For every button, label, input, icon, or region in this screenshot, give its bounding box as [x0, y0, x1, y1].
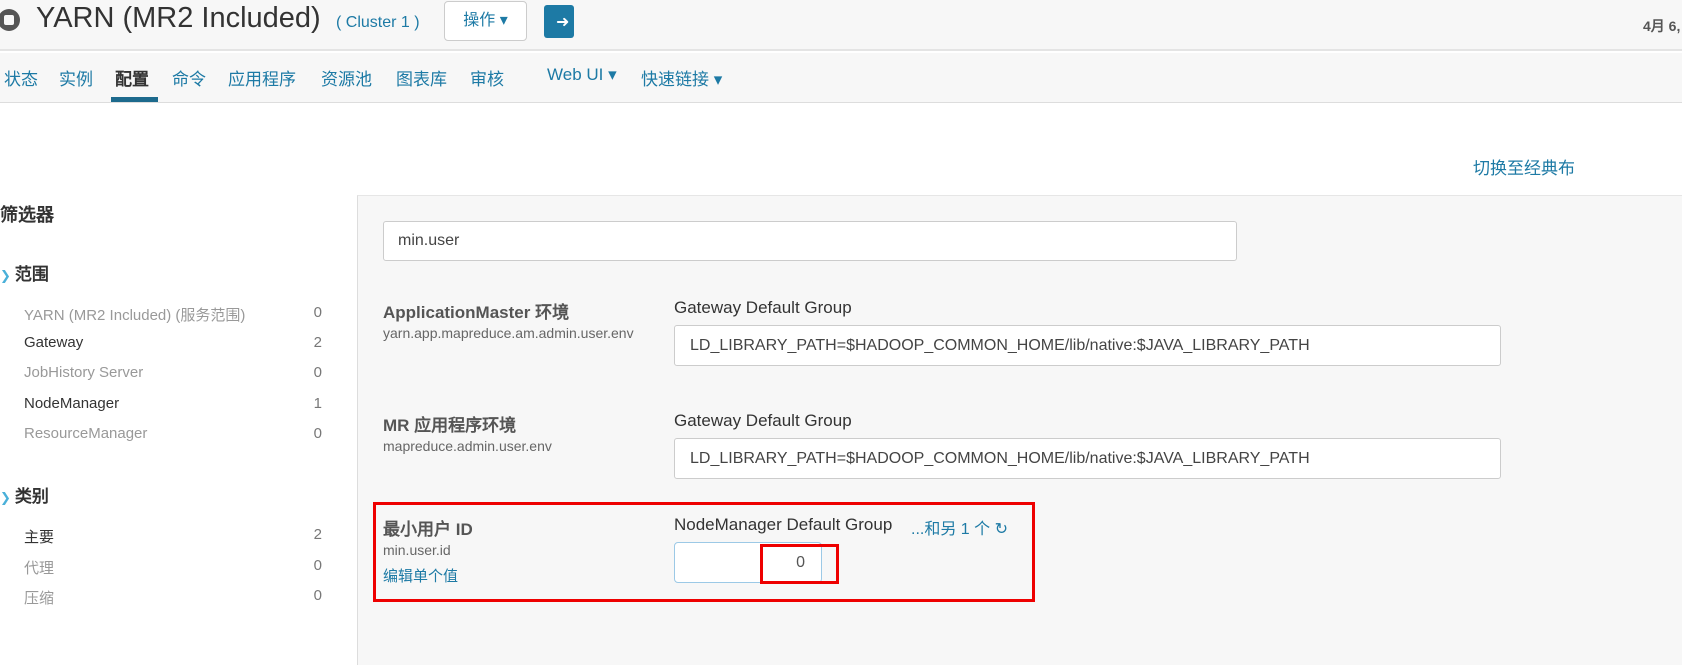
config-label: ApplicationMaster 环境: [383, 303, 570, 322]
filter-item[interactable]: ResourceManager 0: [24, 425, 322, 442]
chevron-down-icon: ❯: [0, 490, 11, 505]
tab-configuration[interactable]: 配置: [115, 65, 149, 90]
filter-count: 2: [313, 526, 322, 543]
tab-resource-pools[interactable]: 资源池: [321, 65, 372, 90]
service-tabs: 状态 实例 配置 命令 应用程序 资源池 图表库 审核 Web UI ▾ 快速链…: [0, 53, 1682, 103]
filter-count: 0: [313, 587, 322, 604]
date-label: 4月 6,: [1643, 18, 1681, 34]
tab-instances[interactable]: 实例: [59, 65, 93, 90]
filter-label: 代理: [24, 560, 55, 577]
config-key: yarn.app.mapreduce.am.admin.user.env: [383, 325, 634, 341]
tab-applications[interactable]: 应用程序: [228, 65, 296, 90]
config-value-input[interactable]: LD_LIBRARY_PATH=$HADOOP_COMMON_HOME/lib/…: [674, 438, 1501, 479]
config-key: mapreduce.admin.user.env: [383, 438, 552, 454]
filter-item[interactable]: NodeManager 1: [24, 395, 322, 412]
filter-item[interactable]: YARN (MR2 Included) (服务范围) 0: [24, 304, 322, 325]
filter-count: 0: [313, 557, 322, 574]
filter-label: 主要: [24, 529, 55, 546]
category-label: 类别: [14, 487, 49, 506]
scope-label: 范围: [14, 265, 49, 284]
config-group: Gateway Default Group: [674, 411, 852, 430]
category-section[interactable]: ❯ 类别: [0, 482, 49, 507]
filter-item[interactable]: Gateway 2: [24, 334, 322, 351]
filters-title: 筛选器: [0, 205, 54, 225]
scope-section[interactable]: ❯ 范围: [0, 260, 49, 285]
tab-charts[interactable]: 图表库: [396, 65, 447, 90]
filter-label: YARN (MR2 Included) (服务范围): [24, 307, 246, 324]
tab-web-ui[interactable]: Web UI ▾: [547, 65, 617, 85]
filter-count: 0: [313, 425, 322, 442]
filter-count: 0: [313, 364, 322, 381]
tab-status[interactable]: 状态: [4, 65, 38, 90]
filter-item[interactable]: 主要 2: [24, 526, 322, 547]
filter-label: 压缩: [24, 590, 55, 607]
filter-count: 2: [313, 334, 322, 351]
filter-item[interactable]: JobHistory Server 0: [24, 364, 322, 381]
config-search-input[interactable]: min.user: [383, 221, 1237, 261]
tab-audit[interactable]: 审核: [470, 65, 504, 90]
chevron-down-icon: ❯: [0, 268, 11, 283]
tab-commands[interactable]: 命令: [172, 65, 206, 90]
actions-dropdown[interactable]: 操作 ▾: [444, 1, 527, 41]
config-group: Gateway Default Group: [674, 298, 852, 317]
page-title: YARN (MR2 Included): [36, 2, 321, 34]
value-highlight-box: [760, 544, 839, 584]
config-value-input[interactable]: LD_LIBRARY_PATH=$HADOOP_COMMON_HOME/lib/…: [674, 325, 1501, 366]
tab-quick-links[interactable]: 快速链接 ▾: [641, 65, 722, 90]
filter-label: JobHistory Server: [24, 364, 144, 381]
filter-label: ResourceManager: [24, 425, 148, 442]
filter-count: 1: [313, 395, 322, 412]
switch-classic-link[interactable]: 切换至经典布: [1473, 154, 1575, 179]
filter-label: NodeManager: [24, 395, 120, 412]
filter-item[interactable]: 代理 0: [24, 557, 322, 578]
highlight-box: [373, 502, 1035, 602]
active-tab-indicator: [111, 97, 158, 102]
config-label: MR 应用程序环境: [383, 416, 517, 435]
filter-label: Gateway: [24, 334, 84, 351]
stopped-status-icon: [0, 9, 20, 31]
service-header: YARN (MR2 Included) ( Cluster 1 ) 操作 ▾ 4…: [0, 0, 1682, 51]
export-icon[interactable]: [544, 5, 574, 38]
cluster-link[interactable]: ( Cluster 1 ): [336, 14, 420, 32]
filter-count: 0: [313, 304, 322, 321]
filter-item[interactable]: 压缩 0: [24, 587, 322, 608]
